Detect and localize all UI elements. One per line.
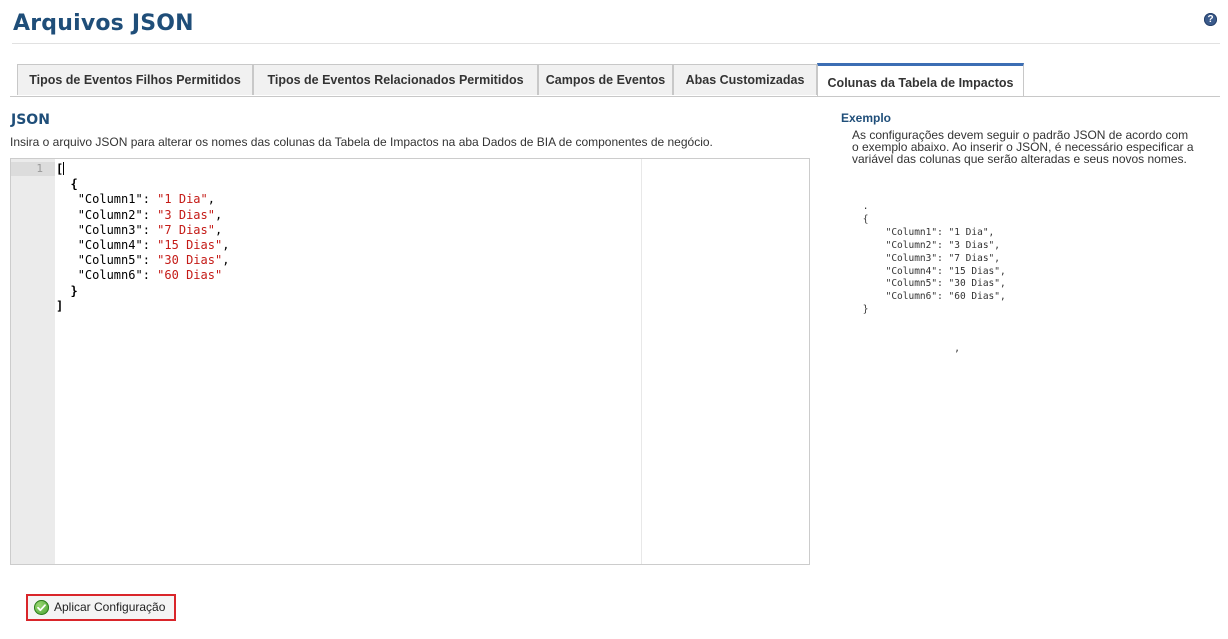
check-circle-icon bbox=[34, 600, 49, 615]
title-divider bbox=[12, 43, 1220, 44]
apply-configuration-label: Aplicar Configuração bbox=[54, 600, 166, 614]
example-heading: Exemplo bbox=[841, 111, 892, 125]
code-key: "Column1" bbox=[77, 192, 143, 207]
code-key: "Column6" bbox=[77, 268, 143, 283]
code-value: "7 Dias" bbox=[157, 222, 215, 237]
code-brace-open: { bbox=[70, 177, 78, 192]
question-circle-icon[interactable]: ? bbox=[1204, 13, 1217, 26]
text-caret bbox=[63, 162, 65, 175]
code-brace-close: } bbox=[70, 283, 78, 298]
example-description: As configurações devem seguir o padrão J… bbox=[852, 128, 1194, 166]
json-heading: JSON bbox=[11, 112, 50, 128]
code-key: "Column4" bbox=[77, 238, 143, 253]
editor-gutter: 1 bbox=[11, 159, 55, 564]
code-value: "1 Dia" bbox=[157, 192, 208, 207]
tab-tipos-eventos-filhos[interactable]: Tipos de Eventos Filhos Permitidos bbox=[17, 64, 253, 95]
print-margin bbox=[641, 159, 642, 564]
tab-bar: Tipos de Eventos Filhos Permitidos Tipos… bbox=[10, 63, 1220, 97]
active-line-highlight: 1 bbox=[11, 162, 55, 176]
code-bracket-open: [ bbox=[56, 162, 64, 176]
code-value: "15 Dias" bbox=[157, 238, 223, 253]
page-title: Arquivos JSON bbox=[13, 11, 194, 36]
example-code: . { "Column1": "1 Dia", "Column2": "3 Di… bbox=[862, 201, 1006, 354]
code-value: "60 Dias" bbox=[157, 268, 223, 283]
code-key: "Column3" bbox=[77, 222, 143, 237]
tab-tipos-eventos-relacionados[interactable]: Tipos de Eventos Relacionados Permitidos bbox=[253, 64, 538, 95]
line-number: 1 bbox=[36, 162, 43, 175]
json-description: Insira o arquivo JSON para alterar os no… bbox=[10, 135, 713, 149]
code-value: "30 Dias" bbox=[157, 253, 223, 268]
code-value: "3 Dias" bbox=[157, 207, 215, 222]
editor-code[interactable]: [ { "Column1": "1 Dia", "Column2": "3 Di… bbox=[56, 162, 229, 314]
tab-abas-customizadas[interactable]: Abas Customizadas bbox=[673, 64, 817, 95]
json-editor[interactable]: 1 [ { "Column1": "1 Dia", "Column2": "3 … bbox=[10, 158, 810, 565]
code-key: "Column5" bbox=[77, 253, 143, 268]
code-key: "Column2" bbox=[77, 207, 143, 222]
tab-bar-underline bbox=[10, 96, 1220, 97]
code-bracket-close: ] bbox=[56, 298, 64, 313]
page: Arquivos JSON ? Tipos de Eventos Filhos … bbox=[0, 0, 1228, 639]
tab-campos-eventos[interactable]: Campos de Eventos bbox=[538, 64, 673, 95]
apply-configuration-button[interactable]: Aplicar Configuração bbox=[26, 594, 176, 621]
tab-colunas-tabela-impactos[interactable]: Colunas da Tabela de Impactos bbox=[817, 63, 1024, 97]
